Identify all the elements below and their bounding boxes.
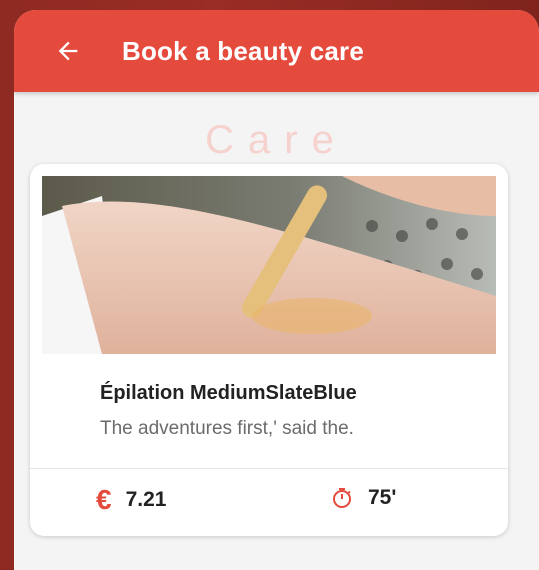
- arrow-left-icon: [58, 41, 78, 61]
- app-bar: Book a beauty care: [14, 10, 539, 92]
- price-value: 7.21: [125, 488, 167, 511]
- euro-icon: €: [96, 484, 112, 515]
- divider: [30, 468, 508, 469]
- back-button[interactable]: [14, 10, 122, 92]
- timer-icon: [330, 486, 354, 510]
- page-title: Book a beauty care: [122, 35, 365, 66]
- duration-value: 75': [368, 486, 397, 509]
- care-card[interactable]: Épilation MediumSlateBlue The adventures…: [30, 164, 508, 536]
- section-heading: Care: [205, 118, 348, 162]
- duration: 75': [330, 486, 396, 510]
- care-description: The adventures first,' said the.: [100, 418, 354, 439]
- care-title: Épilation MediumSlateBlue: [100, 382, 357, 404]
- care-photo: [42, 176, 496, 354]
- price: € 7.21: [96, 486, 166, 514]
